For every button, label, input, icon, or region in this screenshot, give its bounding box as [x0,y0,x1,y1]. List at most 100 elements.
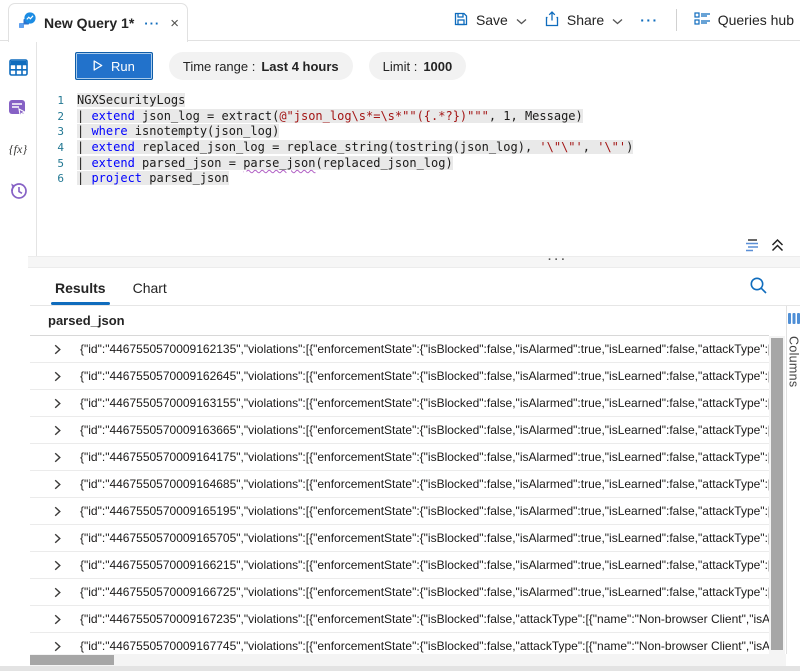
horizontal-scrollbar-thumb[interactable] [30,655,114,665]
fx-glyph: {fx} [9,142,27,157]
row-json-value: {"id":"4467550570009166215","violations"… [80,558,769,572]
expand-row-icon[interactable] [52,452,63,463]
expand-row-icon[interactable] [52,614,63,625]
save-label: Save [476,12,508,28]
code-text: | where isnotempty(json_log) [77,124,279,140]
tab-title: New Query 1* [44,15,134,31]
line-number: 6 [38,171,64,187]
tab-more-icon[interactable]: ··· [144,16,160,31]
queries-hub-button[interactable]: Queries hub [694,11,794,29]
code-line-6[interactable]: 6 | project parsed_json [38,171,800,187]
table-row[interactable]: {"id":"4467550570009163665","violations"… [30,417,769,444]
limit-value: 1000 [423,59,452,74]
toolbar-divider [676,9,677,31]
table-row[interactable]: {"id":"4467550570009165705","violations"… [30,525,769,552]
tab-chart[interactable]: Chart [133,280,167,305]
play-icon [93,59,103,74]
adx-logo-icon [19,12,36,34]
code-line-5[interactable]: 5 | extend parsed_json = parse_json(repla… [38,156,800,172]
row-json-value: {"id":"4467550570009163155","violations"… [80,396,769,410]
tab-close-icon[interactable]: × [170,15,179,32]
queries-icon[interactable] [8,98,28,118]
queries-hub-label: Queries hub [718,12,794,28]
table-row[interactable]: {"id":"4467550570009162135","violations"… [30,336,769,363]
adx-query-app: Save Share ··· Queries hub New Query 1* … [0,0,800,671]
tab-new-query-1[interactable]: New Query 1* ··· × [8,3,188,42]
table-row[interactable]: {"id":"4467550570009164175","violations"… [30,444,769,471]
save-icon [453,11,469,30]
run-button[interactable]: Run [75,52,153,80]
table-row[interactable]: {"id":"4467550570009167235","violations"… [30,606,769,633]
row-json-value: {"id":"4467550570009162135","violations"… [80,342,769,356]
expand-row-icon[interactable] [52,587,63,598]
column-header-parsed-json[interactable]: parsed_json [30,306,769,336]
vertical-scrollbar-thumb[interactable] [771,338,783,650]
more-options-button[interactable]: ··· [640,12,659,28]
expand-row-icon[interactable] [52,425,63,436]
row-json-value: {"id":"4467550570009166725","violations"… [80,585,769,599]
expand-row-icon[interactable] [52,371,63,382]
collapse-editor-icon[interactable] [771,238,784,257]
line-number: 5 [38,156,64,172]
code-line-4[interactable]: 4 | extend replaced_json_log = replace_st… [38,140,800,156]
functions-icon[interactable]: {fx} [8,139,28,159]
time-range-filter[interactable]: Time range : Last 4 hours [169,52,353,80]
code-text: | project parsed_json [77,171,229,187]
expand-row-icon[interactable] [52,344,63,355]
code-line-1[interactable]: 1NGXSecurityLogs [38,93,800,109]
format-lines-icon[interactable] [744,238,762,257]
table-row[interactable]: {"id":"4467550570009163155","violations"… [30,390,769,417]
window-bottom-edge [0,666,800,671]
chevron-down-icon [516,12,527,28]
table-row[interactable]: {"id":"4467550570009166215","violations"… [30,552,769,579]
expand-row-icon[interactable] [52,641,63,652]
splitter-handle[interactable]: ··· [548,254,568,266]
code-line-2[interactable]: 2| extend json_log = extract(@"json_log\… [38,109,800,125]
search-icon[interactable] [749,276,768,300]
panel-splitter[interactable]: ··· [28,256,800,268]
table-row[interactable]: {"id":"4467550570009166725","violations"… [30,579,769,606]
line-number: 4 [38,140,64,156]
row-json-value: {"id":"4467550570009162645","violations"… [80,369,769,383]
code-line-3[interactable]: 3| where isnotempty(json_log) [38,124,800,140]
left-rail: {fx} [0,41,37,267]
code-text: | extend parsed_json = parse_json(replac… [77,156,453,172]
limit-filter[interactable]: Limit : 1000 [369,52,467,80]
query-editor[interactable]: 1NGXSecurityLogs2| extend json_log = ext… [38,93,800,233]
horizontal-scrollbar[interactable] [30,654,786,666]
table-row[interactable]: {"id":"4467550570009165195","violations"… [30,498,769,525]
table-row[interactable]: {"id":"4467550570009162645","violations"… [30,363,769,390]
limit-label: Limit : [383,59,418,74]
row-json-value: {"id":"4467550570009164685","violations"… [80,477,769,491]
row-json-value: {"id":"4467550570009164175","violations"… [80,450,769,464]
row-json-value: {"id":"4467550570009167745","violations"… [80,639,769,653]
row-json-value: {"id":"4467550570009165195","violations"… [80,504,769,518]
columns-side-panel[interactable]: Columns [786,306,800,654]
row-json-value: {"id":"4467550570009165705","violations"… [80,531,769,545]
tables-icon[interactable] [8,57,28,77]
row-json-value: {"id":"4467550570009163665","violations"… [80,423,769,437]
history-icon[interactable] [8,180,28,200]
expand-row-icon[interactable] [52,560,63,571]
table-row[interactable]: {"id":"4467550570009164685","violations"… [30,471,769,498]
share-label: Share [567,12,604,28]
code-text: | extend replaced_json_log = replace_str… [77,140,633,156]
run-label: Run [111,59,135,74]
share-button[interactable]: Share [544,11,623,30]
time-range-value: Last 4 hours [261,59,338,74]
time-range-label: Time range : [183,59,256,74]
columns-icon [788,311,800,329]
save-button[interactable]: Save [453,11,527,30]
vertical-scrollbar[interactable] [769,336,785,654]
chevron-down-icon [612,12,623,28]
tab-results[interactable]: Results [55,280,106,305]
columns-panel-label: Columns [787,336,800,387]
row-json-value: {"id":"4467550570009167235","violations"… [80,612,769,626]
results-grid: {"id":"4467550570009162135","violations"… [30,336,769,660]
expand-row-icon[interactable] [52,479,63,490]
share-icon [544,11,560,30]
expand-row-icon[interactable] [52,506,63,517]
expand-row-icon[interactable] [52,533,63,544]
expand-row-icon[interactable] [52,398,63,409]
code-text: | extend json_log = extract(@"json_log\s… [77,109,583,125]
